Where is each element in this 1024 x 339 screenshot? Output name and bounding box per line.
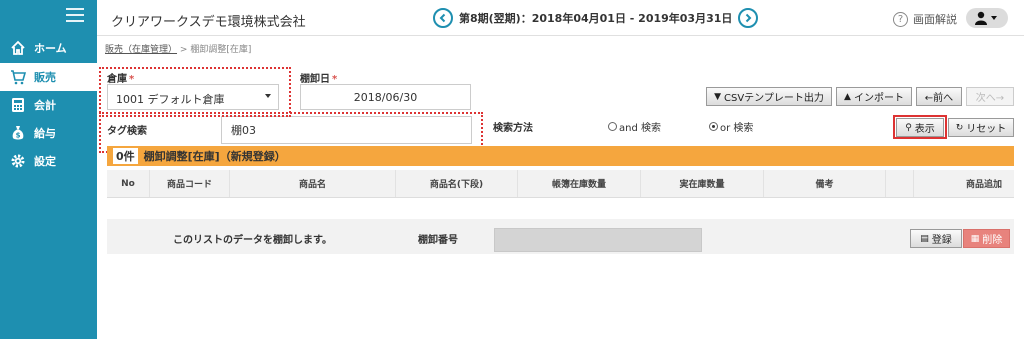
csv-template-button[interactable]: ▼ CSVテンプレート出力 bbox=[706, 87, 832, 106]
sidebar-item-home[interactable]: ホーム bbox=[0, 34, 97, 62]
sidebar-item-label: 設定 bbox=[34, 155, 56, 168]
sidebar-item-accounting[interactable]: 会計 bbox=[0, 91, 97, 119]
home-icon bbox=[10, 40, 26, 56]
user-menu-button[interactable] bbox=[966, 8, 1008, 28]
trash-icon: ▦ bbox=[970, 233, 980, 244]
save-icon: ▤ bbox=[920, 233, 929, 244]
help-label: 画面解説 bbox=[913, 13, 957, 26]
show-button[interactable]: ⚲ 表示 bbox=[896, 118, 944, 137]
table-header: No 商品コード 商品名 商品名(下段) 帳簿在庫数量 実在庫数量 備考 商品追… bbox=[107, 170, 1014, 198]
column-header bbox=[886, 170, 914, 197]
user-icon bbox=[975, 11, 997, 25]
radio-circle-icon bbox=[608, 122, 617, 131]
breadcrumb-separator: > bbox=[179, 45, 188, 55]
footer-bar: このリストのデータを棚卸します。 棚卸番号 ▤ 登録 ▦ 削除 bbox=[107, 219, 1014, 254]
register-button[interactable]: ▤ 登録 bbox=[910, 229, 962, 248]
sidebar-item-label: 販売 bbox=[34, 71, 56, 84]
sidebar-item-label: 会計 bbox=[34, 99, 56, 112]
column-header: 商品名 bbox=[230, 170, 396, 197]
gear-icon bbox=[10, 153, 26, 169]
sidebar-item-payroll[interactable]: $ 給与 bbox=[0, 119, 97, 147]
column-header: 商品名(下段) bbox=[396, 170, 518, 197]
search-icon: ⚲ bbox=[905, 122, 912, 133]
company-name: クリアワークスデモ環境株式会社 bbox=[111, 15, 306, 30]
svg-text:$: $ bbox=[16, 132, 21, 140]
delete-button[interactable]: ▦ 削除 bbox=[963, 229, 1010, 248]
warehouse-label: 倉庫 * bbox=[107, 74, 135, 85]
breadcrumb-current: 棚卸調整[在庫] bbox=[190, 45, 252, 55]
section-header: 0件 棚卸調整[在庫]（新規登録） bbox=[107, 146, 1014, 166]
upload-icon: ▲ bbox=[844, 91, 851, 102]
column-header: 商品追加 bbox=[965, 180, 1002, 190]
sidebar-item-label: ホーム bbox=[34, 42, 67, 55]
cart-icon bbox=[10, 69, 26, 85]
warehouse-select[interactable]: 1001 デフォルト倉庫 bbox=[107, 84, 279, 110]
import-button[interactable]: ▲ インポート bbox=[836, 87, 912, 106]
prev-button[interactable]: ←前へ bbox=[916, 87, 962, 106]
menu-icon[interactable] bbox=[66, 8, 84, 22]
question-icon: ? bbox=[893, 11, 908, 27]
sidebar-item-settings[interactable]: 設定 bbox=[0, 147, 97, 175]
breadcrumb-link-sales[interactable]: 販売（在庫管理） bbox=[105, 45, 177, 55]
inventory-date-label: 棚卸日 * bbox=[300, 74, 338, 85]
period-selector: 第8期(翌期)：2018年04月01日 - 2019年03月31日 bbox=[433, 8, 759, 28]
chevron-right-icon bbox=[746, 13, 752, 23]
prev-period-button[interactable] bbox=[433, 8, 453, 28]
fiscal-period: 第8期(翌期)：2018年04月01日 - 2019年03月31日 bbox=[459, 12, 733, 25]
chevron-left-icon bbox=[439, 13, 446, 23]
sidebar: ホーム 販売 会計 $ 給与 設定 bbox=[0, 0, 97, 339]
tag-search-input[interactable] bbox=[221, 116, 472, 144]
calculator-icon bbox=[10, 97, 26, 113]
refresh-icon: ↻ bbox=[955, 122, 964, 133]
radio-selected-icon bbox=[709, 122, 718, 131]
help-link[interactable]: ? 画面解説 bbox=[893, 11, 957, 27]
radio-or-search[interactable]: or 検索 bbox=[709, 119, 753, 134]
column-header: 帳簿在庫数量 bbox=[518, 170, 641, 197]
sidebar-item-label: 給与 bbox=[34, 127, 56, 140]
column-header: No bbox=[107, 170, 150, 197]
download-icon: ▼ bbox=[714, 91, 722, 102]
column-header: 実在庫数量 bbox=[641, 170, 764, 197]
tag-search-label: タグ検索 bbox=[107, 126, 147, 137]
search-method-label: 検索方法 bbox=[493, 123, 533, 134]
header: クリアワークスデモ環境株式会社 第8期(翌期)：2018年04月01日 - 20… bbox=[97, 0, 1024, 36]
footer-message: このリストのデータを棚卸します。 bbox=[173, 235, 332, 246]
money-bag-icon: $ bbox=[10, 125, 26, 141]
inventory-number-field bbox=[494, 228, 702, 252]
radio-and-search[interactable]: and 検索 bbox=[608, 119, 661, 134]
inventory-number-label: 棚卸番号 bbox=[418, 235, 458, 246]
breadcrumb: 販売（在庫管理） > 棚卸調整[在庫] bbox=[105, 42, 251, 55]
column-header: 商品コード bbox=[150, 170, 230, 197]
next-button[interactable]: 次へ→ bbox=[966, 87, 1014, 106]
section-title: 棚卸調整[在庫]（新規登録） bbox=[143, 150, 286, 163]
inventory-date-input[interactable] bbox=[300, 84, 471, 110]
reset-button[interactable]: ↻ リセット bbox=[948, 118, 1014, 137]
next-period-button[interactable] bbox=[738, 8, 759, 28]
sidebar-item-sales[interactable]: 販売 bbox=[0, 63, 97, 91]
caret-down-icon bbox=[265, 94, 271, 98]
count-badge: 0件 bbox=[113, 148, 138, 164]
column-header: 備考 bbox=[764, 170, 886, 197]
